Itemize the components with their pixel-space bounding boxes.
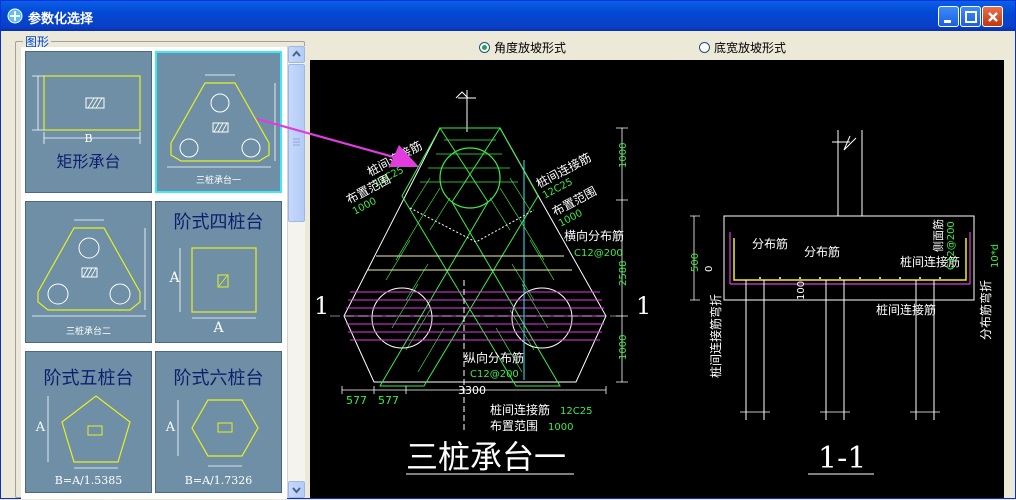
slope-mode-options: 角度放坡形式 底宽放坡形式 (309, 38, 1009, 58)
section-mark-left: 1 (314, 292, 329, 320)
section-mark-right: 1 (636, 292, 651, 320)
thumb-caption: 矩形承台 (56, 152, 121, 171)
maximize-button[interactable] (960, 6, 981, 27)
scroll-down-button[interactable] (288, 481, 305, 498)
thumb-dim-label: A (35, 420, 46, 435)
thumb-caption: 三桩承台二 (65, 327, 111, 337)
radio-angle-slope[interactable]: 角度放坡形式 (479, 39, 566, 56)
thumbnail-list[interactable]: B 矩形承台 三桩承台一 三桩承台二 阶式四桩台 A A 阶式五桩台 A B=A… (21, 47, 287, 499)
close-icon (988, 12, 998, 22)
app-icon (7, 8, 23, 24)
dim-1000-top: 1000 (618, 143, 629, 168)
maximize-icon (965, 11, 977, 23)
radio-label: 底宽放坡形式 (714, 41, 787, 55)
section-dist-bar-1: 分布筋 (752, 236, 788, 251)
thumb-formula: B=A/1.7326 (184, 474, 253, 487)
section-dist-bar-2: 分布筋 (804, 244, 840, 259)
thumb-caption: 阶式五桩台 (43, 368, 134, 389)
dim-2588: 2588 (618, 261, 629, 286)
label-bottom-range-val: 1000 (548, 422, 573, 433)
arrow-up-icon (292, 50, 301, 57)
label-bottom-range: 布置范围 (490, 419, 538, 433)
section-right-dim: 10*d (990, 244, 1001, 268)
arrow-down-icon (292, 487, 301, 494)
thumb-dim-label: B (84, 132, 93, 145)
minimize-button[interactable] (938, 6, 959, 27)
label-vert-bar: 纵向分布筋 (464, 350, 524, 365)
label-bottom-bar-spec: 12C25 (560, 406, 592, 417)
dialog-window: 参数化选择 图形 B 矩形承台 三桩承台一 三桩承台二 阶式四桩台 A A 阶式… (0, 0, 1016, 499)
label-horiz-bar: 横向分布筋 (564, 228, 624, 243)
section-right-vert-label: 分布筋弯折 (978, 280, 993, 340)
thumb-step-six[interactable]: 阶式六桩台 A B=A/1.7326 (155, 351, 282, 493)
thumb-caption: 阶式四桩台 (173, 212, 264, 233)
pointer-arrow (256, 117, 419, 167)
thumb-step-four[interactable]: 阶式四桩台 A A (155, 201, 282, 343)
thumb-dim-label: A (169, 270, 180, 286)
section-dim-0: 0 (704, 266, 715, 272)
thumb-dim-label-2: A (213, 320, 224, 336)
radio-label: 角度放坡形式 (494, 41, 567, 55)
thumb-formula: B=A/1.5385 (54, 474, 123, 487)
label-horiz-bar-spec: C12@200 (574, 248, 623, 259)
close-button[interactable] (982, 6, 1003, 27)
thumb-rect-cap[interactable]: B 矩形承台 (25, 51, 152, 193)
radio-dot-checked[interactable] (479, 42, 490, 53)
dim-577-a: 577 (346, 394, 367, 407)
dim-577-b: 577 (378, 394, 399, 407)
title-bar[interactable]: 参数化选择 (1, 1, 1015, 31)
section-side-bar: 侧面筋 (931, 219, 945, 252)
window-title: 参数化选择 (28, 12, 94, 27)
thumb-dim-label: A (165, 420, 176, 435)
section-dim-500: 500 (690, 253, 701, 272)
dim-3300: 3300 (458, 384, 486, 397)
thumb-caption: 阶式六桩台 (173, 368, 264, 389)
section-title: 1-1 (818, 441, 866, 476)
section-dim-100: 100 (796, 281, 807, 300)
minimize-icon (944, 20, 951, 23)
radio-dot[interactable] (699, 42, 710, 53)
label-bottom-bar: 桩间连接筋 (490, 402, 550, 417)
section-pile-bar-bottom: 桩间连接筋 (876, 302, 936, 317)
label-vert-bar-spec: C12@200 (470, 369, 519, 380)
section-side-bar-spec: C12@200 (946, 221, 957, 270)
section-left-vert-label: 桩间连接筋弯折 (708, 294, 723, 378)
radio-width-slope[interactable]: 底宽放坡形式 (699, 39, 786, 56)
scroll-up-button[interactable] (288, 46, 305, 63)
dim-1000-bottom: 1000 (618, 335, 629, 360)
drawing-title: 三桩承台一 (406, 438, 566, 476)
